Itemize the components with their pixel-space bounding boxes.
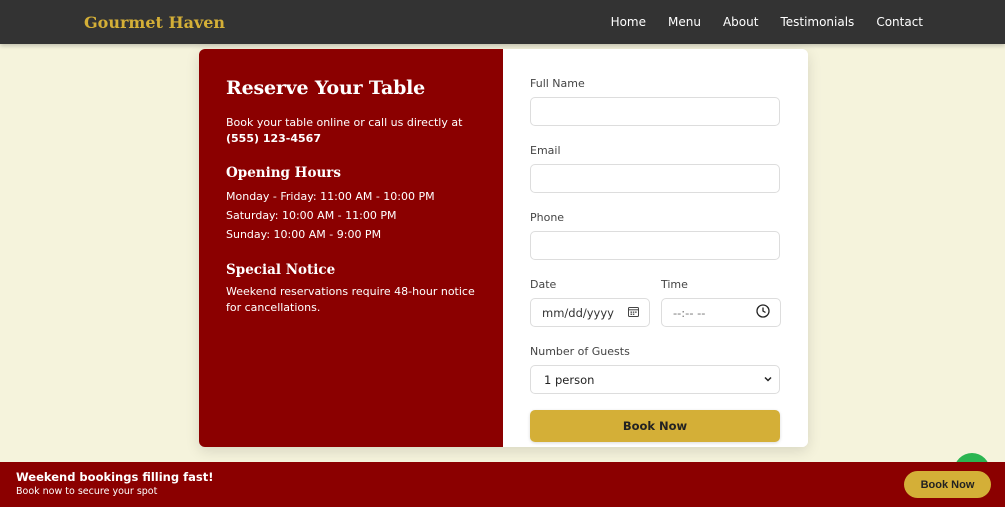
intro-line: Book your table online or call us direct… <box>226 116 463 129</box>
promo-banner: Weekend bookings filling fast! Book now … <box>0 462 1005 507</box>
name-label: Full Name <box>530 77 585 90</box>
banner-text: Weekend bookings filling fast! Book now … <box>16 470 213 499</box>
nav-link-contact[interactable]: Contact <box>876 15 923 29</box>
nav-links: Home Menu About Testimonials Contact <box>611 15 923 29</box>
clock-icon[interactable] <box>756 304 770 321</box>
full-name-input[interactable] <box>530 97 780 126</box>
phone-number: (555) 123-4567 <box>226 132 321 145</box>
page-title: Reserve Your Table <box>226 77 426 99</box>
info-panel: Reserve Your Table Book your table onlin… <box>199 49 503 447</box>
guests-selected-value: 1 person <box>544 372 595 387</box>
navbar: Gourmet Haven Home Menu About Testimonia… <box>0 0 1005 44</box>
time-label: Time <box>661 278 688 291</box>
hours-weekday: Monday - Friday: 11:00 AM - 10:00 PM <box>226 190 435 203</box>
hours-sunday: Sunday: 10:00 AM - 9:00 PM <box>226 228 382 241</box>
guests-select[interactable]: 1 person <box>530 365 780 394</box>
calendar-icon[interactable] <box>628 306 639 320</box>
book-now-button[interactable]: Book Now <box>530 410 780 442</box>
nav-link-testimonials[interactable]: Testimonials <box>780 15 854 29</box>
notice-heading: Special Notice <box>226 262 336 278</box>
brand-logo[interactable]: Gourmet Haven <box>84 13 225 32</box>
banner-book-now-button[interactable]: Book Now <box>904 471 991 498</box>
banner-subtitle: Book now to secure your spot <box>16 486 158 497</box>
phone-input[interactable] <box>530 231 780 260</box>
time-placeholder: --:-- -- <box>673 305 706 320</box>
date-placeholder: mm/dd/yyyy <box>542 305 614 320</box>
email-label: Email <box>530 144 561 157</box>
nav-link-home[interactable]: Home <box>611 15 646 29</box>
reservation-card: Reserve Your Table Book your table onlin… <box>199 49 808 447</box>
date-input[interactable]: mm/dd/yyyy <box>530 298 650 327</box>
time-column: Time --:-- -- <box>661 278 781 345</box>
date-label: Date <box>530 278 557 291</box>
banner-title: Weekend bookings filling fast! <box>16 470 214 484</box>
hours-heading: Opening Hours <box>226 165 341 181</box>
intro-text: Book your table online or call us direct… <box>226 115 476 147</box>
email-input[interactable] <box>530 164 780 193</box>
phone-label: Phone <box>530 211 565 224</box>
time-input[interactable]: --:-- -- <box>661 298 781 327</box>
chevron-down-icon <box>763 373 773 387</box>
notice-text: Weekend reservations require 48-hour not… <box>226 285 475 314</box>
reservation-form: Full Name Email Phone Date mm/dd/yyyy Ti… <box>503 49 808 447</box>
nav-link-menu[interactable]: Menu <box>668 15 701 29</box>
guests-label: Number of Guests <box>530 345 630 358</box>
date-time-row: Date mm/dd/yyyy Time --:-- -- <box>530 278 781 345</box>
nav-link-about[interactable]: About <box>723 15 758 29</box>
date-column: Date mm/dd/yyyy <box>530 278 650 345</box>
hours-saturday: Saturday: 10:00 AM - 11:00 PM <box>226 209 397 222</box>
